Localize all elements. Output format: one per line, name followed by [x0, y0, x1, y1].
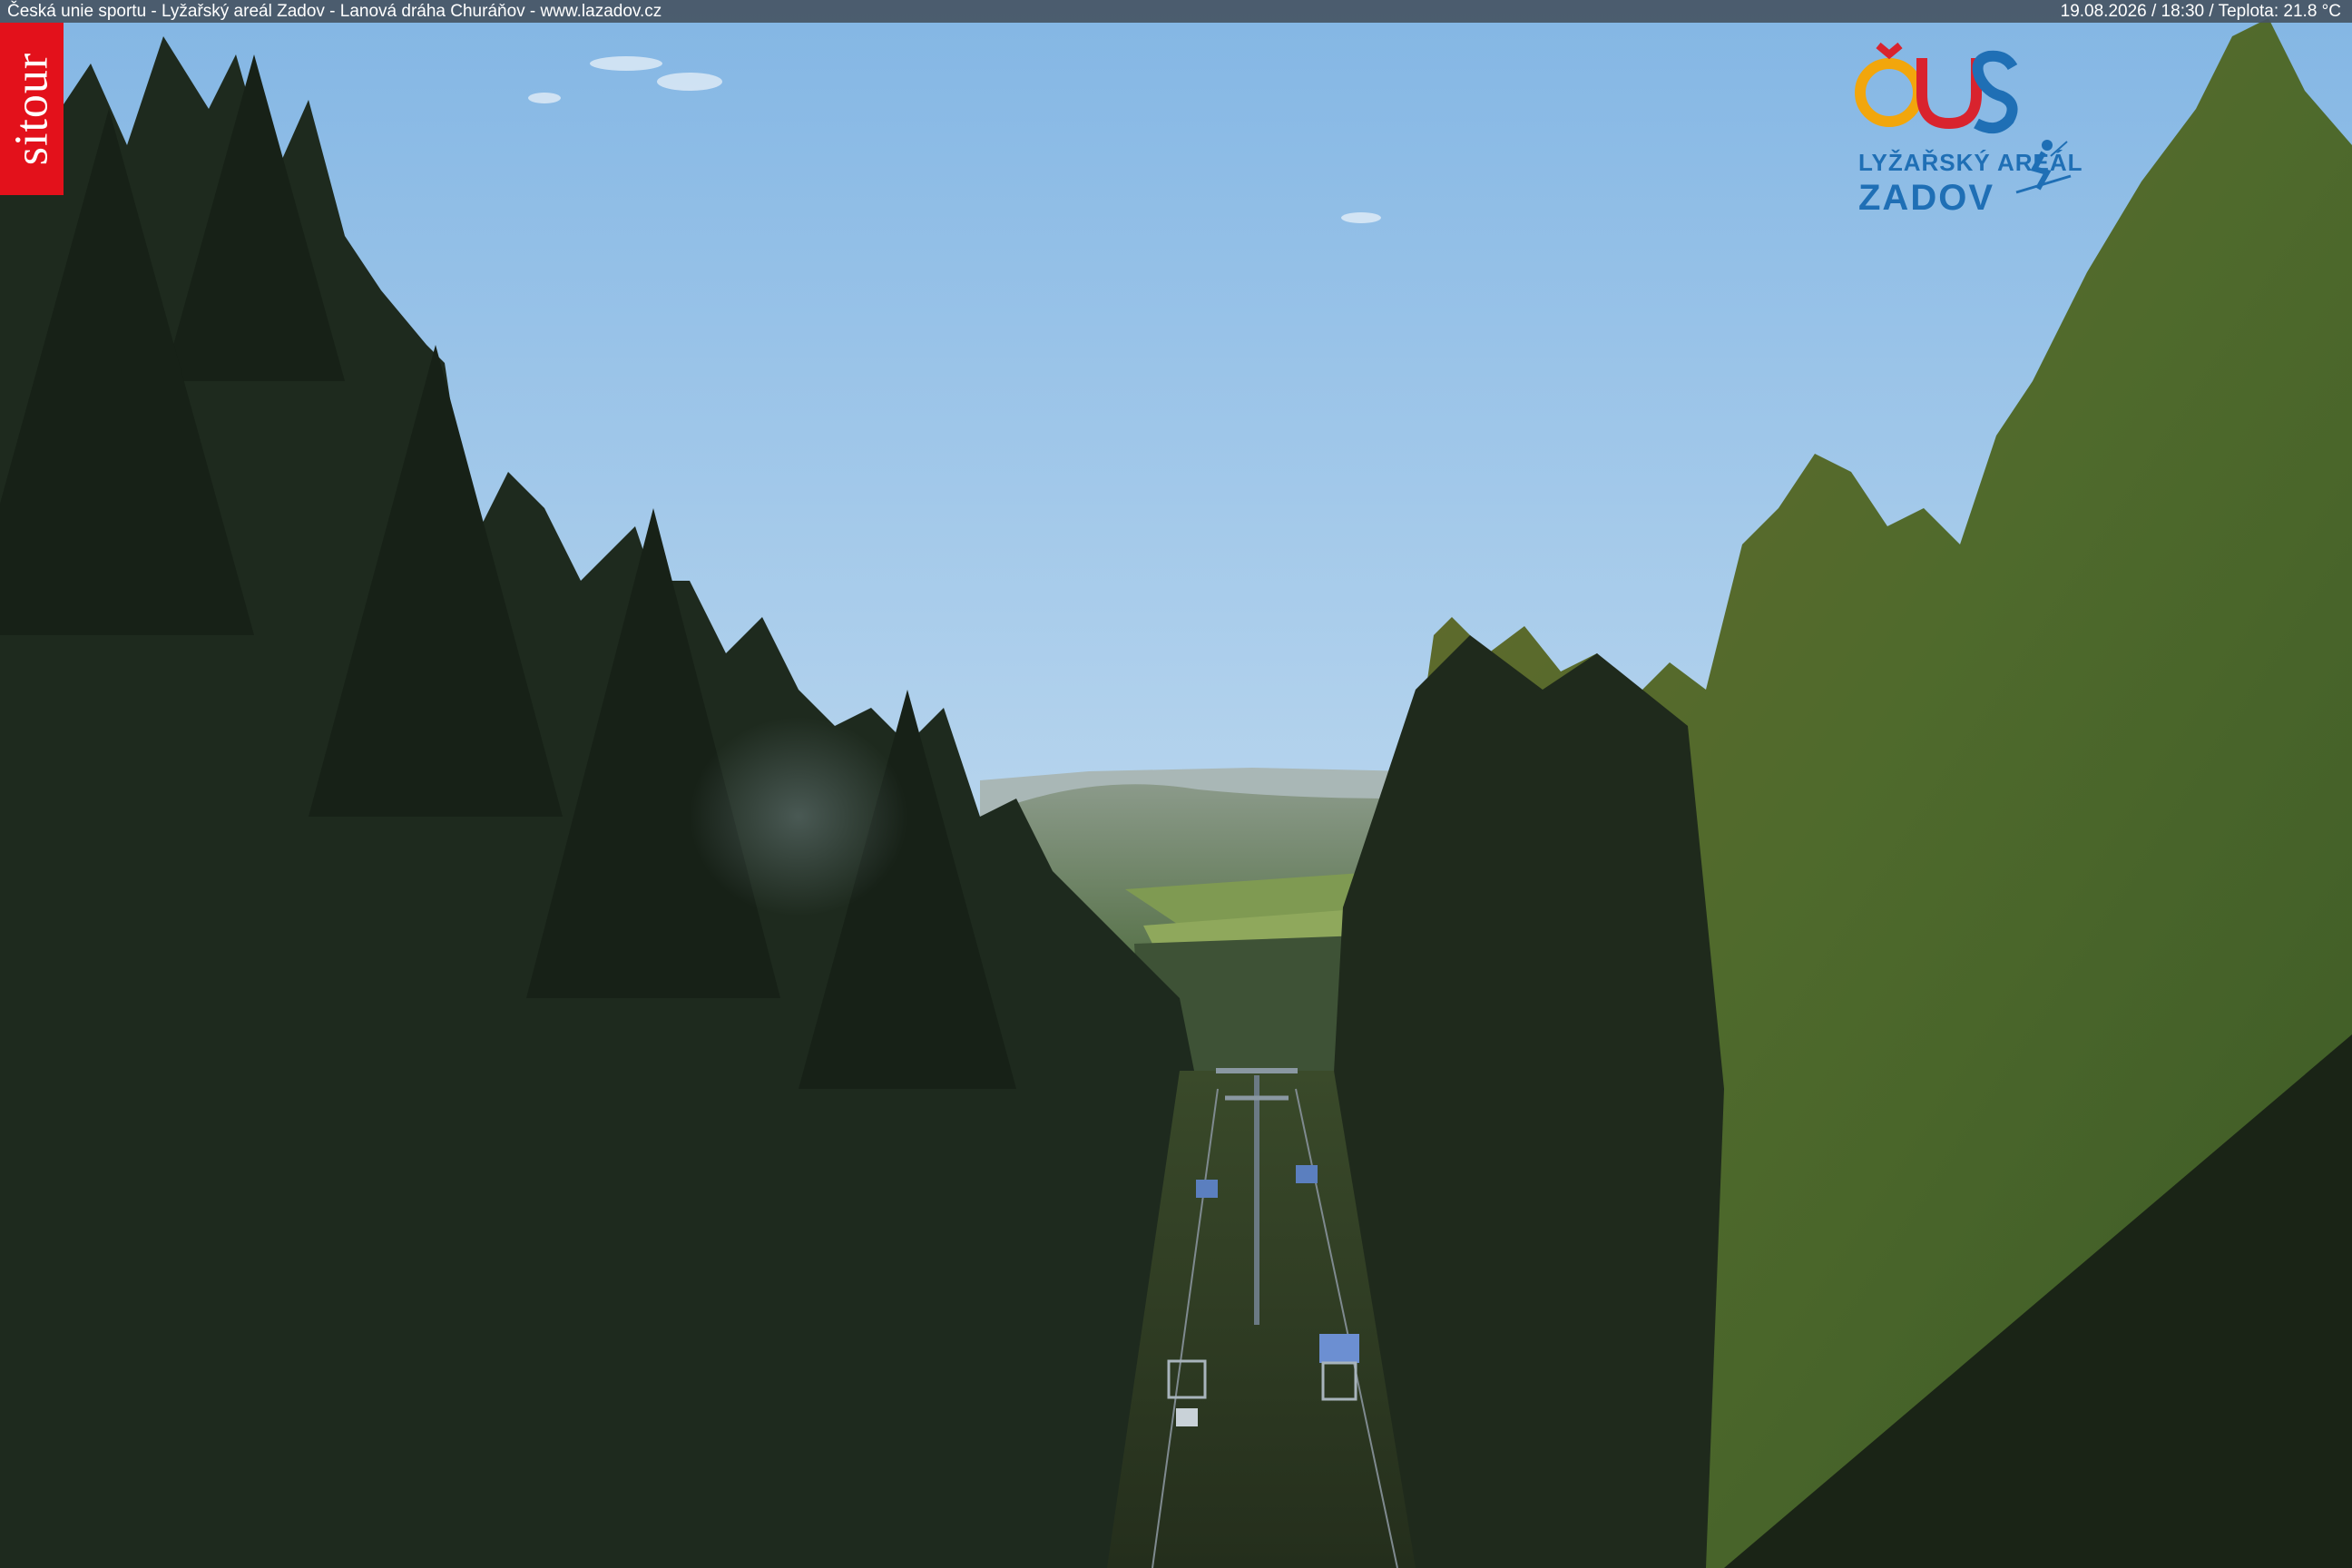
caption-bar: Česká unie sportu - Lyžařský areál Zadov… [0, 0, 2352, 23]
sitour-badge-text: sitour [5, 52, 58, 166]
logo-line2: ZADOV [1858, 178, 1994, 218]
lens-flare [690, 717, 907, 916]
webcam-photo [0, 0, 2352, 1568]
webcam-frame: Česká unie sportu - Lyžařský areál Zadov… [0, 0, 2352, 1568]
cus-logo-mark [1855, 42, 2018, 134]
skier-icon [2015, 140, 2072, 194]
caption-left: Česká unie sportu - Lyžařský areál Zadov… [7, 2, 662, 21]
zadov-logo: LYŽAŘSKÝ AREÁL ZADOV [1851, 40, 2082, 221]
caption-datetime-temperature: 19.08.2026 / 18:30 / Teplota: 21.8 °C [2060, 2, 2341, 21]
sitour-badge: sitour [0, 23, 64, 195]
